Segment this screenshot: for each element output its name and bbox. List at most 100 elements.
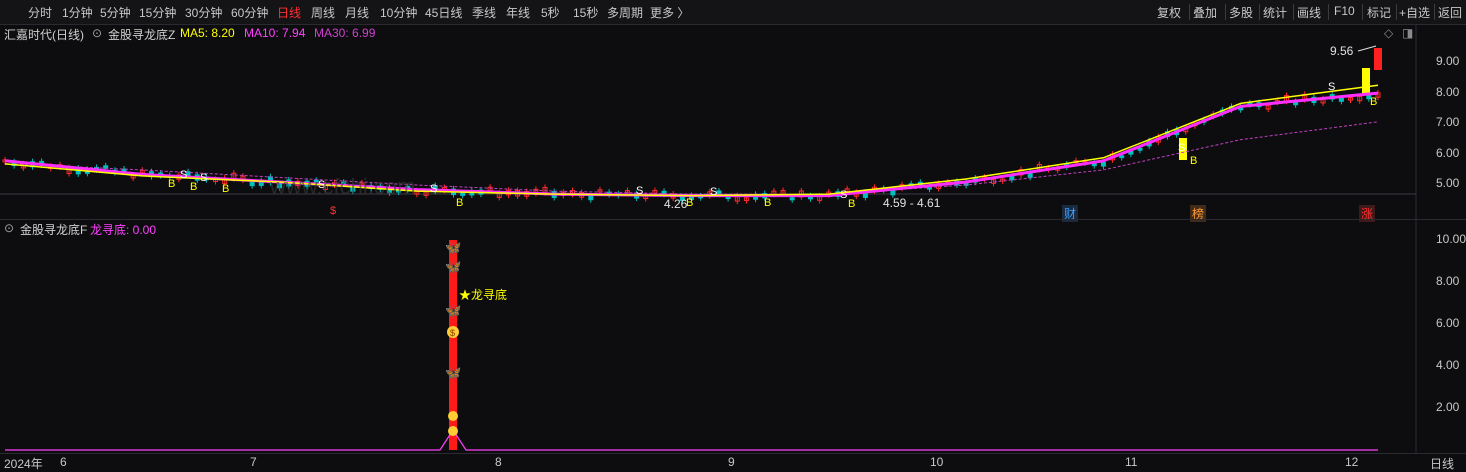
sell-signal: S xyxy=(840,189,847,201)
butterfly-icon: 🦋 xyxy=(445,240,461,255)
candle-body xyxy=(1338,97,1344,102)
toolbar-divider xyxy=(1189,4,1190,20)
sell-signal: S xyxy=(636,185,643,197)
range-label: 4.59 - 4.61 xyxy=(883,196,941,210)
candle-body xyxy=(725,196,731,200)
f10-button[interactable]: F10 xyxy=(1334,4,1355,18)
toolbar-divider xyxy=(1434,4,1435,20)
period-more[interactable]: 更多 〉 xyxy=(650,4,689,21)
fuquan-button[interactable]: 复权 xyxy=(1157,4,1181,21)
butterfly-icon: 🦋 xyxy=(445,259,461,274)
candle-body xyxy=(249,182,255,187)
overlay-button[interactable]: 叠加 xyxy=(1193,4,1217,21)
period-monthly[interactable]: 月线 xyxy=(345,4,369,21)
back-button[interactable]: 返回 xyxy=(1438,4,1462,21)
candle-body xyxy=(588,195,594,201)
high-arrow xyxy=(1357,45,1377,52)
period-30min[interactable]: 30分钟 xyxy=(185,4,222,21)
draw-line-button[interactable]: 画线 xyxy=(1297,4,1321,21)
indicator-chart[interactable]: 🦋 🦋 🦋 🦋 $ ★龙寻底 xyxy=(0,220,1466,454)
period-5min[interactable]: 5分钟 xyxy=(100,4,131,21)
buy-signal: B xyxy=(168,178,175,190)
month-label: 9 xyxy=(728,455,735,469)
month-label: 12 xyxy=(1345,455,1359,469)
buy-signal: B xyxy=(764,197,771,209)
month-label: 10 xyxy=(930,455,944,469)
butterfly-icon: 🦋 xyxy=(445,365,461,380)
toolbar-divider xyxy=(1396,4,1397,20)
mark-button[interactable]: 标记 xyxy=(1367,4,1391,21)
month-label: 11 xyxy=(1125,455,1138,469)
indicator-tick: 6.00 xyxy=(1436,316,1460,330)
period-1min[interactable]: 1分钟 xyxy=(62,4,93,21)
ma10-line xyxy=(4,91,1379,198)
low-price-label: 4.26 xyxy=(664,197,688,211)
sell-signal: S xyxy=(430,183,437,195)
period-quarterly[interactable]: 季线 xyxy=(472,4,496,21)
month-label: 6 xyxy=(60,455,67,469)
month-label: 8 xyxy=(495,455,502,469)
buy-signal: B xyxy=(222,183,229,195)
dragon-line xyxy=(5,428,1378,451)
candlesticks xyxy=(2,48,1382,205)
period-multi[interactable]: 多周期 xyxy=(607,4,643,21)
ma5-line xyxy=(4,84,1379,197)
toolbar-divider xyxy=(1293,4,1294,20)
buy-signal: B xyxy=(456,197,463,209)
sell-signal: S xyxy=(1178,142,1185,154)
candle-body xyxy=(1119,155,1125,159)
highlight-candle xyxy=(1362,68,1370,94)
period-weekly[interactable]: 周线 xyxy=(311,4,335,21)
indicator-tick: 10.00 xyxy=(1436,232,1466,246)
price-tick: 9.00 xyxy=(1436,54,1460,68)
coin-icon xyxy=(448,411,458,421)
highlight-candle xyxy=(1374,48,1382,70)
high-price-label: 9.56 xyxy=(1330,44,1354,58)
period-axis-label[interactable]: 日线 xyxy=(1430,455,1454,472)
year-label: 2024年 xyxy=(4,457,43,471)
candle-body xyxy=(460,192,466,196)
dollar-icon: $ xyxy=(450,328,455,338)
period-15min[interactable]: 15分钟 xyxy=(139,4,176,21)
period-45day[interactable]: 45日线 xyxy=(425,4,462,21)
toolbar-divider xyxy=(1259,4,1260,20)
toolbar-divider xyxy=(1362,4,1363,20)
indicator-tick: 4.00 xyxy=(1436,358,1460,372)
statistics-button[interactable]: 统计 xyxy=(1263,4,1287,21)
price-tick: 6.00 xyxy=(1436,146,1460,160)
price-tick: 7.00 xyxy=(1436,115,1460,129)
buy-signal: B xyxy=(1190,155,1197,167)
coin-icon xyxy=(448,426,458,436)
period-daily[interactable]: 日线 xyxy=(277,4,301,21)
period-60min[interactable]: 60分钟 xyxy=(231,4,268,21)
candle-body xyxy=(1100,161,1106,167)
dragon-signal-label: ★龙寻底 xyxy=(459,287,507,302)
period-yearly[interactable]: 年线 xyxy=(506,4,530,21)
toolbar-divider xyxy=(1225,4,1226,20)
sell-signal: S xyxy=(1328,81,1335,93)
price-tick: 8.00 xyxy=(1436,85,1460,99)
candle-body xyxy=(1137,147,1143,151)
period-15sec[interactable]: 15秒 xyxy=(573,4,598,21)
period-10min[interactable]: 10分钟 xyxy=(380,4,417,21)
buy-signal: B xyxy=(1370,96,1377,108)
butterfly-icon: 🦋 xyxy=(445,303,461,318)
multi-stock-button[interactable]: 多股 xyxy=(1229,4,1253,21)
sell-signal: S xyxy=(200,172,207,184)
toolbar-divider xyxy=(1328,4,1329,20)
price-tick: 5.00 xyxy=(1436,176,1460,190)
period-5sec[interactable]: 5秒 xyxy=(541,4,560,21)
kline-chart[interactable]: S SS S S SSSSB B BB B B BBB www.cfchi.com 9.56 4.… xyxy=(0,24,1466,220)
period-toolbar: 分时 1分钟 5分钟 15分钟 30分钟 60分钟 日线 周线 月线 10分钟 … xyxy=(0,0,1466,25)
sell-signal: S xyxy=(180,169,187,181)
buy-signal: B xyxy=(190,181,197,193)
month-label: 7 xyxy=(250,455,257,469)
dividend-marker[interactable]: $ xyxy=(330,205,336,217)
indicator-tick: 8.00 xyxy=(1436,274,1460,288)
add-watchlist-button[interactable]: +自选 xyxy=(1399,4,1430,21)
sell-signal: S xyxy=(710,186,717,198)
candle-body xyxy=(1009,175,1015,181)
period-fenshi[interactable]: 分时 xyxy=(28,4,52,21)
indicator-tick: 2.00 xyxy=(1436,400,1460,414)
candle-body xyxy=(789,197,795,201)
